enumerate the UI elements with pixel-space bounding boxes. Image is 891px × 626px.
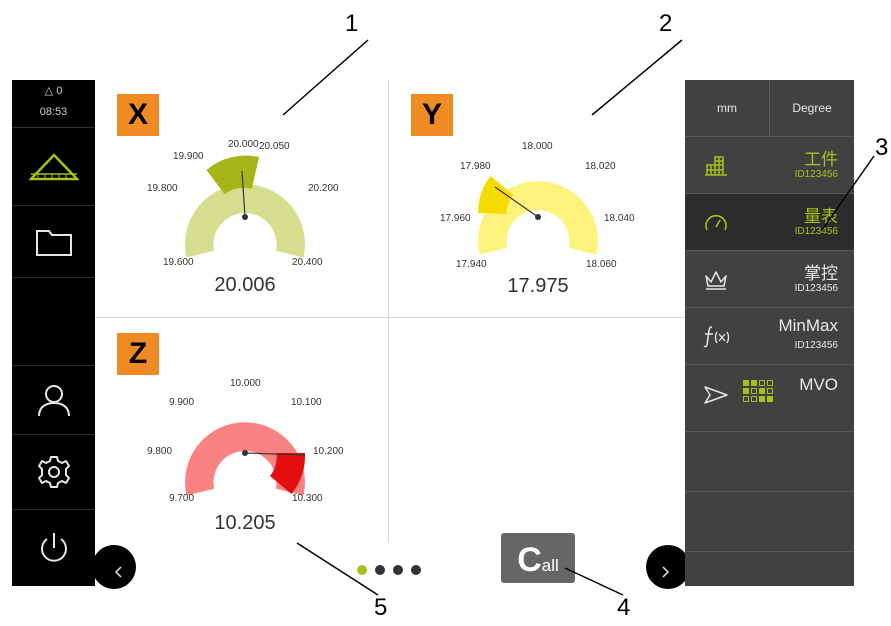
gauge-x-tick: 19.600: [163, 257, 194, 268]
crown-icon: [705, 271, 727, 290]
menu-item-sub: ID123456: [794, 340, 838, 351]
gauge-z[interactable]: 9.700 9.800 9.900 10.000 10.100 10.200 1…: [125, 363, 365, 593]
callout-2: 2: [659, 10, 673, 37]
menu-item-title: MVO: [799, 375, 838, 394]
page-dot-4[interactable]: [411, 565, 421, 575]
gauge-y-pivot: [535, 214, 541, 220]
forward-button[interactable]: [646, 545, 690, 589]
gauge-workspace: X 19.600 19.800 19.900 20.000 20.050 20.…: [95, 80, 685, 586]
gauge-z-value: 10.205: [214, 512, 275, 534]
callout-4: 4: [617, 594, 631, 621]
menu-item-mvo[interactable]: MVO: [685, 365, 854, 432]
page-dot-3[interactable]: [393, 565, 403, 575]
send-arrow-icon: [704, 386, 728, 404]
gauge-y-tick: 18.000: [522, 141, 553, 152]
menu-item-sub: ID123456: [794, 226, 838, 237]
gauge-x-tick: 19.900: [173, 151, 204, 162]
right-sidebar: mm Degree 工件 ID123456 量表 ID123456 掌控 ID1…: [685, 80, 854, 586]
left-sidebar: △ 0 08:53: [12, 80, 95, 586]
gauge-z-pivot: [242, 450, 248, 456]
gauge-y-tick: 17.980: [460, 161, 491, 172]
gauge-z-tick: 9.800: [147, 446, 172, 457]
menu-item-title: MinMax: [778, 316, 838, 335]
menu-empty-slot: [685, 432, 854, 492]
menu-item-sub: ID123456: [794, 169, 838, 180]
gauge-z-tick: 9.900: [169, 397, 194, 408]
status-area: △ 0 08:53: [12, 80, 95, 128]
callout-3: 3: [875, 134, 889, 161]
chevron-right-icon: [662, 566, 670, 578]
clock-time: 08:53: [39, 106, 68, 118]
user-login-button[interactable]: [12, 365, 95, 435]
gauge-x-tick: 20.000: [228, 139, 259, 150]
call-all-small-text: all: [541, 556, 559, 575]
menu-item-title: 工件: [804, 150, 838, 169]
warning-count[interactable]: △ 0: [12, 84, 95, 97]
callout-1: 1: [345, 10, 359, 37]
gauge-x-tick: 19.800: [147, 183, 178, 194]
power-icon: [40, 533, 67, 562]
menu-item-title: 量表: [804, 207, 838, 226]
gauge-x-arc-base: [185, 184, 305, 258]
pagination-dots: [357, 565, 421, 575]
gauge-y-tick: 18.020: [585, 161, 616, 172]
file-manager-button[interactable]: [12, 206, 95, 278]
gauge-x-pivot: [242, 214, 248, 220]
length-unit-button[interactable]: mm: [685, 80, 769, 136]
unit-selector: mm Degree: [685, 80, 854, 137]
menu-empty-slot: [685, 492, 854, 552]
gauge-x-arc-highlight: [206, 155, 259, 195]
user-icon: [37, 385, 70, 417]
gear-icon: [37, 456, 70, 488]
mvo-grid-icon: [743, 380, 773, 402]
menu-item-minmax[interactable]: MinMax ID123456: [685, 308, 854, 365]
page-dot-1[interactable]: [357, 565, 367, 575]
gauge-x-value: 20.006: [214, 274, 275, 296]
back-button[interactable]: [92, 545, 136, 589]
gauge-z-tick: 10.000: [230, 378, 261, 389]
gauge-x-tick: 20.050: [259, 141, 290, 152]
gauge-z-tick: 9.700: [169, 493, 194, 504]
gauge-y-tick: 18.060: [586, 259, 617, 270]
menu-item-gauge[interactable]: 量表 ID123456: [685, 194, 854, 251]
measure-mode-button[interactable]: [12, 128, 95, 206]
callout-5: 5: [374, 594, 388, 621]
gauge-y-value: 17.975: [507, 275, 568, 297]
gauge-z-tick: 10.300: [292, 493, 323, 504]
angle-unit-button[interactable]: Degree: [769, 80, 854, 136]
settings-button[interactable]: [12, 435, 95, 510]
gauge-icon: [705, 214, 727, 231]
gauge-y-tick: 17.940: [456, 259, 487, 270]
power-button[interactable]: [12, 510, 95, 586]
measure-triangle-icon: [28, 152, 79, 180]
function-fx-icon: [703, 326, 730, 348]
gauge-y-tick: 18.040: [604, 213, 635, 224]
call-all-big-letter: C: [517, 541, 542, 579]
gauge-y-tick: 17.960: [440, 213, 471, 224]
menu-item-workpiece[interactable]: 工件 ID123456: [685, 137, 854, 194]
gauge-x-tick: 20.200: [308, 183, 339, 194]
gauge-y[interactable]: 17.940 17.960 17.980 18.000 18.020 18.04…: [418, 122, 658, 352]
folder-icon: [35, 229, 72, 256]
quadrant-divider-vertical: [388, 80, 389, 542]
chevron-left-icon: [114, 566, 122, 578]
call-all-button[interactable]: Call: [501, 533, 575, 583]
menu-item-sub: ID123456: [794, 283, 838, 294]
menu-item-control[interactable]: 掌控 ID123456: [685, 251, 854, 308]
gauge-x[interactable]: 19.600 19.800 19.900 20.000 20.050 20.20…: [125, 125, 365, 355]
gauge-z-tick: 10.100: [291, 397, 322, 408]
gauge-z-tick: 10.200: [313, 446, 344, 457]
menu-item-title: 掌控: [804, 264, 838, 283]
page-dot-2[interactable]: [375, 565, 385, 575]
workpiece-grid-icon: [705, 156, 727, 176]
gauge-x-tick: 20.400: [292, 257, 323, 268]
